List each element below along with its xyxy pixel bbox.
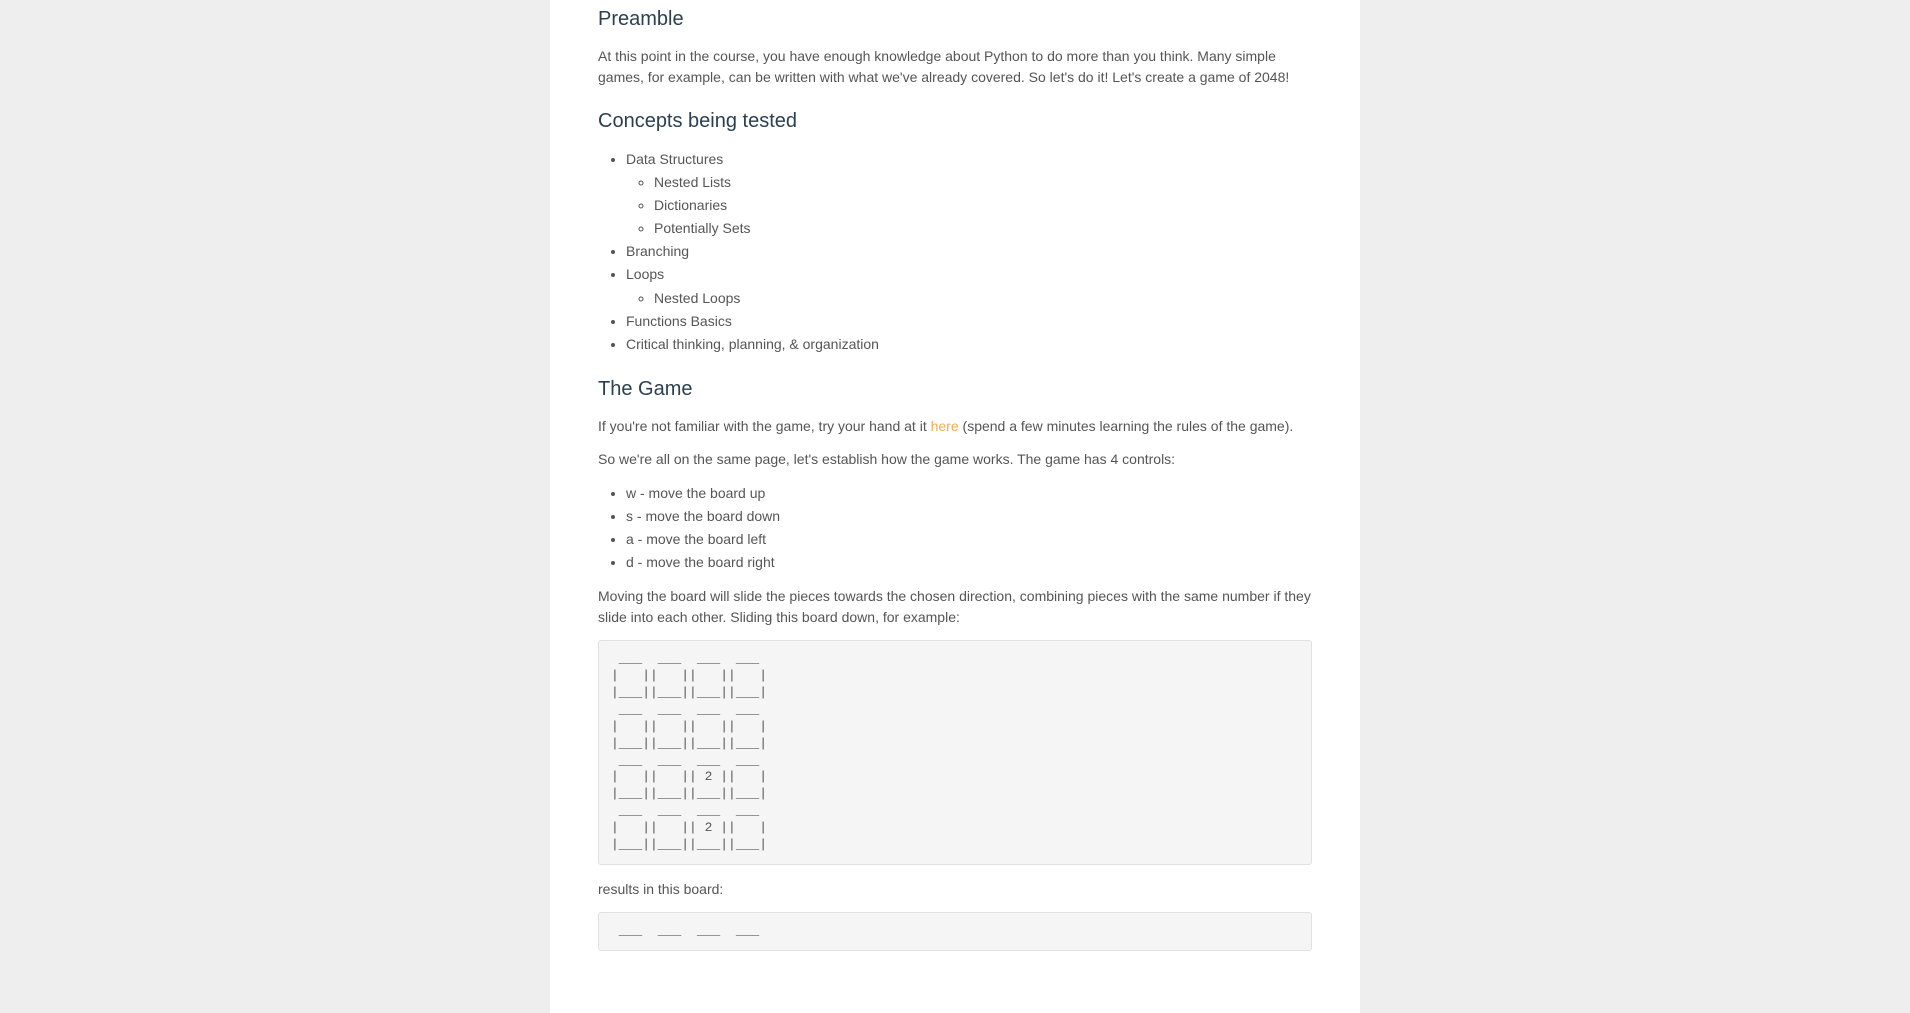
list-item-label: Data Structures xyxy=(626,151,723,167)
nested-list: Nested Loops xyxy=(654,287,1312,310)
concepts-list: Data Structures Nested Lists Dictionarie… xyxy=(626,148,1312,356)
game-intro-paragraph: If you're not familiar with the game, tr… xyxy=(598,416,1312,437)
heading-concepts: Concepts being tested xyxy=(598,106,1312,136)
list-item: Nested Lists xyxy=(654,171,1312,194)
game-link[interactable]: here xyxy=(931,418,959,434)
list-item: Loops Nested Loops xyxy=(626,263,1312,309)
list-item: d - move the board right xyxy=(626,551,1312,574)
list-item: Functions Basics xyxy=(626,310,1312,333)
result-paragraph: results in this board: xyxy=(598,879,1312,900)
list-item: s - move the board down xyxy=(626,505,1312,528)
list-item: w - move the board up xyxy=(626,482,1312,505)
slide-explain-paragraph: Moving the board will slide the pieces t… xyxy=(598,586,1312,628)
controls-list: w - move the board up s - move the board… xyxy=(626,482,1312,574)
list-item: Potentially Sets xyxy=(654,217,1312,240)
list-item: Nested Loops xyxy=(654,287,1312,310)
board-after: ___ ___ ___ ___ xyxy=(598,912,1312,951)
text-span: If you're not familiar with the game, tr… xyxy=(598,418,931,434)
list-item: Branching xyxy=(626,240,1312,263)
board-before: ___ ___ ___ ___ | || || || | |___||___||… xyxy=(598,640,1312,865)
nested-list: Nested Lists Dictionaries Potentially Se… xyxy=(654,171,1312,240)
list-item-label: Loops xyxy=(626,266,664,282)
text-span: (spend a few minutes learning the rules … xyxy=(959,418,1294,434)
list-item: a - move the board left xyxy=(626,528,1312,551)
list-item: Dictionaries xyxy=(654,194,1312,217)
heading-preamble: Preamble xyxy=(598,0,1312,34)
page-wrapper: Preamble At this point in the course, yo… xyxy=(0,0,1910,1013)
game-controls-intro: So we're all on the same page, let's est… xyxy=(598,449,1312,470)
list-item: Critical thinking, planning, & organizat… xyxy=(626,333,1312,356)
list-item: Data Structures Nested Lists Dictionarie… xyxy=(626,148,1312,240)
heading-the-game: The Game xyxy=(598,374,1312,404)
preamble-paragraph: At this point in the course, you have en… xyxy=(598,46,1312,88)
content-card: Preamble At this point in the course, yo… xyxy=(550,0,1360,1013)
